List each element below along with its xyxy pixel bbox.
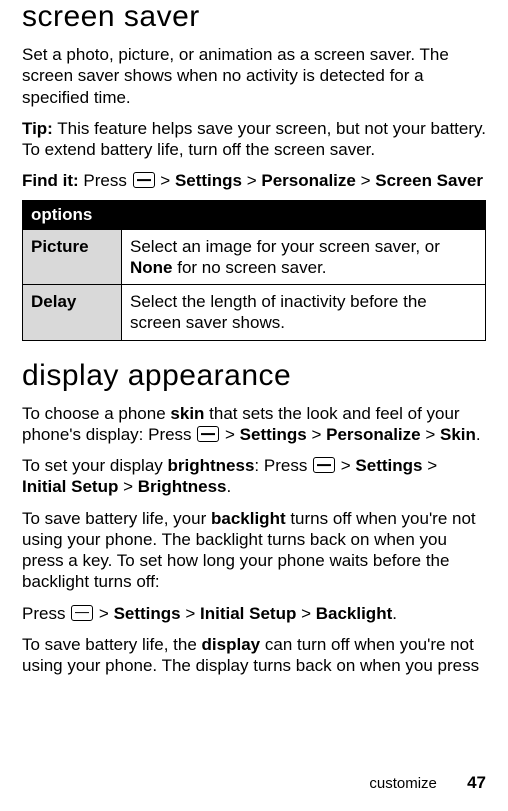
backlight-path-paragraph: Press > Settings > Initial Setup > Backl… <box>22 603 486 624</box>
tip-text: This feature helps save your screen, but… <box>22 119 486 159</box>
page: screen saver Set a photo, picture, or an… <box>0 0 508 811</box>
skin-paragraph: To choose a phone skin that sets the loo… <box>22 403 486 446</box>
skin-path-b: Personalize <box>326 425 421 444</box>
find-it-line: Find it: Press > Settings > Personalize … <box>22 170 486 191</box>
bright-a: To set your display <box>22 456 168 475</box>
sep3: > <box>356 171 375 190</box>
options-table: options Picture Select an image for your… <box>22 200 486 341</box>
bright-end: . <box>227 477 232 496</box>
table-row: Picture Select an image for your screen … <box>23 229 486 285</box>
path-screen-saver: Screen Saver <box>375 171 483 190</box>
table-row: Delay Select the length of inactivity be… <box>23 285 486 341</box>
sep2: > <box>242 171 261 190</box>
menu-key-icon <box>197 426 219 442</box>
skin-a: To choose a phone <box>22 404 170 423</box>
option-desc-delay: Select the length of inactivity before t… <box>122 285 486 341</box>
skin-path-a: Settings <box>240 425 307 444</box>
bl-end: . <box>392 604 397 623</box>
screensaver-tip: Tip: This feature helps save your screen… <box>22 118 486 161</box>
bl-path-a: Settings <box>114 604 181 623</box>
find-it-press: Press <box>79 171 132 190</box>
bl-sep1: > <box>94 604 113 623</box>
skin-sep3: > <box>421 425 440 444</box>
bright-sep2: > <box>422 456 437 475</box>
screensaver-intro: Set a photo, picture, or animation as a … <box>22 44 486 108</box>
picture-none: None <box>130 258 173 277</box>
bright-sep3: > <box>118 477 137 496</box>
sep1: > <box>156 171 175 190</box>
tip-label: Tip: <box>22 119 53 138</box>
option-label-picture: Picture <box>23 229 122 285</box>
menu-key-icon <box>313 457 335 473</box>
page-footer: customize 47 <box>369 773 486 793</box>
path-personalize: Personalize <box>261 171 356 190</box>
display-paragraph: To save battery life, the display can tu… <box>22 634 486 677</box>
bl-path-b: Initial Setup <box>200 604 296 623</box>
disp-a: To save battery life, the <box>22 635 202 654</box>
heading-screen-saver: screen saver <box>22 0 486 34</box>
skin-sep2: > <box>307 425 326 444</box>
backlight-a: To save battery life, your <box>22 509 211 528</box>
backlight-paragraph: To save battery life, your backlight tur… <box>22 508 486 593</box>
skin-path-c: Skin <box>440 425 476 444</box>
bright-path-c: Brightness <box>138 477 227 496</box>
picture-pre: Select an image for your screen saver, o… <box>130 237 440 256</box>
skin-end: . <box>476 425 481 444</box>
option-label-delay: Delay <box>23 285 122 341</box>
brightness-paragraph: To set your display brightness: Press > … <box>22 455 486 498</box>
heading-display-appearance: display appearance <box>22 359 486 393</box>
footer-page-number: 47 <box>467 773 486 792</box>
bl-path-c: Backlight <box>316 604 393 623</box>
options-header: options <box>23 200 486 229</box>
bright-sep1: > <box>336 456 355 475</box>
bright-b: : Press <box>254 456 312 475</box>
option-desc-picture: Select an image for your screen saver, o… <box>122 229 486 285</box>
bl-press: Press <box>22 604 70 623</box>
menu-key-icon <box>133 172 155 188</box>
disp-bold: display <box>202 635 261 654</box>
delay-pre: Select the length of inactivity before t… <box>130 292 427 332</box>
option-label-delay-text: Delay <box>31 292 76 311</box>
footer-section: customize <box>369 775 437 792</box>
skin-bold: skin <box>170 404 204 423</box>
picture-post: for no screen saver. <box>173 258 327 277</box>
skin-sep1: > <box>220 425 239 444</box>
options-header-row: options <box>23 200 486 229</box>
bl-sep2: > <box>181 604 200 623</box>
bl-sep3: > <box>296 604 315 623</box>
bright-bold: brightness <box>168 456 255 475</box>
bright-path-a: Settings <box>355 456 422 475</box>
bright-path-b: Initial Setup <box>22 477 118 496</box>
path-settings: Settings <box>175 171 242 190</box>
backlight-bold: backlight <box>211 509 286 528</box>
option-label-picture-text: Picture <box>31 237 89 256</box>
menu-key-icon <box>71 605 93 621</box>
find-it-label: Find it: <box>22 171 79 190</box>
